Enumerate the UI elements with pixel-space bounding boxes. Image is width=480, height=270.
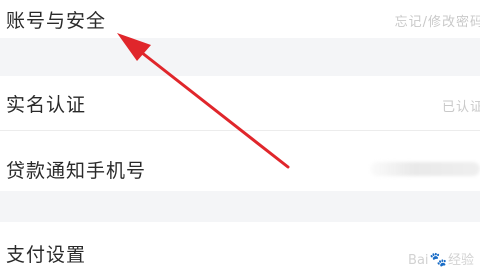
settings-row-value: 忘记/修改密码 <box>394 15 480 30</box>
settings-row-account-security[interactable]: 账号与安全 忘记/修改密码 <box>0 0 480 38</box>
settings-row-value: 已认证 <box>441 100 480 115</box>
settings-row-label: 账号与安全 <box>6 10 107 32</box>
settings-row-label: 实名认证 <box>6 94 87 116</box>
settings-row-real-name-auth[interactable]: 实名认证 已认证 <box>0 76 480 130</box>
settings-row-loan-notify-phone[interactable]: 贷款通知手机号 <box>0 131 480 191</box>
paw-icon: 🐾 <box>429 252 447 268</box>
settings-row-label: 贷款通知手机号 <box>6 160 147 182</box>
baidu-watermark: Bai🐾经验 <box>408 249 474 268</box>
settings-row-label: 支付设置 <box>6 244 87 266</box>
phone-number-blurred <box>370 162 480 176</box>
watermark-text-right: 经验 <box>447 252 474 268</box>
watermark-text-left: Bai <box>408 252 429 268</box>
